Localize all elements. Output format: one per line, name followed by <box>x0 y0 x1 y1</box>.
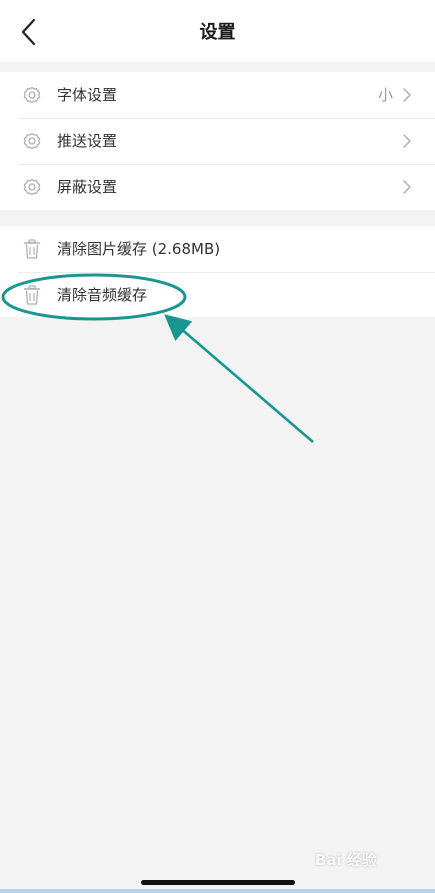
settings-item-block[interactable]: 屏蔽设置 <box>0 164 435 210</box>
gear-icon <box>23 178 41 196</box>
chevron-right-icon <box>403 180 411 194</box>
settings-item-font[interactable]: 字体设置 小 <box>0 72 435 118</box>
clear-audio-cache-label: 清除音频缓存 <box>57 286 148 304</box>
chevron-right-icon <box>403 134 411 148</box>
cache-group: 清除图片缓存 (2.68MB) 清除音频缓存 <box>0 226 435 317</box>
gear-icon <box>23 132 41 150</box>
gear-icon <box>23 86 41 104</box>
bottom-strip <box>0 889 435 893</box>
clear-image-cache-label: 清除图片缓存 (2.68MB) <box>57 240 221 258</box>
page-title: 设置 <box>199 22 236 43</box>
settings-item-label: 推送设置 <box>57 132 118 150</box>
annotation-arrow <box>164 314 314 443</box>
settings-item-label: 字体设置 <box>57 86 118 104</box>
font-size-value: 小 <box>377 86 393 104</box>
trash-icon <box>23 285 41 305</box>
clear-audio-cache-item[interactable]: 清除音频缓存 <box>0 272 435 318</box>
home-indicator <box>141 880 295 885</box>
settings-item-label: 屏蔽设置 <box>57 178 118 196</box>
clear-image-cache-item[interactable]: 清除图片缓存 (2.68MB) <box>0 226 435 272</box>
settings-item-push[interactable]: 推送设置 <box>0 118 435 164</box>
settings-group: 字体设置 小 推送设置 屏蔽设置 <box>0 72 435 210</box>
trash-icon <box>23 239 41 259</box>
navbar: 设置 <box>0 0 435 62</box>
chevron-right-icon <box>403 88 411 102</box>
baidu-watermark: Bai 经验 <box>315 851 377 869</box>
